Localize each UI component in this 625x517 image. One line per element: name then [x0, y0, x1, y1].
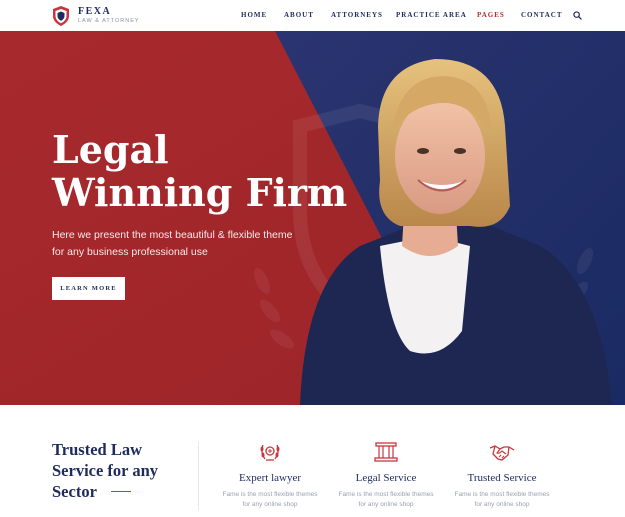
hero-banner: Legal Winning Firm Here we present the m…: [0, 31, 625, 405]
feature-text-line2: for any online shop: [474, 501, 530, 508]
feature-legal-service[interactable]: Legal Service Fame is the most flexible …: [328, 441, 444, 510]
hero-subtitle: Here we present the most beautiful & fle…: [52, 227, 292, 261]
nav-attorneys[interactable]: ATTORNEYS: [331, 11, 383, 19]
main-nav: HOME ABOUT ATTORNEYS PRACTICE AREA PAGES…: [0, 11, 625, 21]
feature-text-line1: Fame is the most flexible themes: [222, 491, 318, 498]
laurel-icon: [260, 444, 280, 461]
feature-title: Expert lawyer: [239, 472, 301, 484]
feature-trusted-service[interactable]: Trusted Service Fame is the most flexibl…: [444, 441, 560, 510]
heading-line1: Trusted Law: [52, 440, 142, 459]
feature-title: Legal Service: [355, 472, 417, 484]
hero-subtitle-line1: Here we present the most beautiful & fle…: [52, 229, 293, 241]
heading-line3: Sector: [52, 482, 97, 501]
hero-subtitle-line2: for any business professional use: [52, 246, 208, 258]
feature-text: Fame is the most flexible themes for any…: [444, 490, 560, 510]
search-icon[interactable]: [573, 11, 582, 20]
hero-background: [0, 31, 625, 405]
heading-line2: Service for any: [52, 461, 159, 480]
feature-text-line2: for any online shop: [358, 501, 414, 508]
features-section: Trusted Law Service for any Sector Exper…: [0, 405, 625, 517]
pillar-icon: [374, 442, 398, 462]
heading-underline: [111, 491, 131, 492]
hero-title-line2: Winning Firm: [52, 170, 348, 215]
nav-contact[interactable]: CONTACT: [521, 11, 562, 19]
section-divider: [198, 442, 199, 510]
feature-text-line1: Fame is the most flexible themes: [338, 491, 434, 498]
feature-text-line1: Fame is the most flexible themes: [454, 491, 550, 498]
site-header: FEXA LAW & ATTORNEY HOME ABOUT ATTORNEYS…: [0, 0, 625, 31]
feature-expert-lawyer[interactable]: Expert lawyer Fame is the most flexible …: [212, 441, 328, 510]
hero-title: Legal Winning Firm: [52, 128, 347, 214]
learn-more-button[interactable]: LEARN MORE: [52, 277, 125, 300]
nav-home[interactable]: HOME: [241, 11, 267, 19]
trusted-law-heading: Trusted Law Service for any Sector: [52, 439, 158, 502]
feature-title: Trusted Service: [467, 472, 537, 484]
nav-about[interactable]: ABOUT: [284, 11, 314, 19]
nav-pages[interactable]: PAGES: [477, 11, 505, 19]
feature-text-line2: for any online shop: [242, 501, 298, 508]
handshake-icon: [489, 445, 515, 461]
nav-practice-area[interactable]: PRACTICE AREA: [396, 11, 467, 19]
feature-text: Fame is the most flexible themes for any…: [328, 490, 444, 510]
feature-text: Fame is the most flexible themes for any…: [212, 490, 328, 510]
hero-title-line1: Legal: [52, 127, 169, 172]
